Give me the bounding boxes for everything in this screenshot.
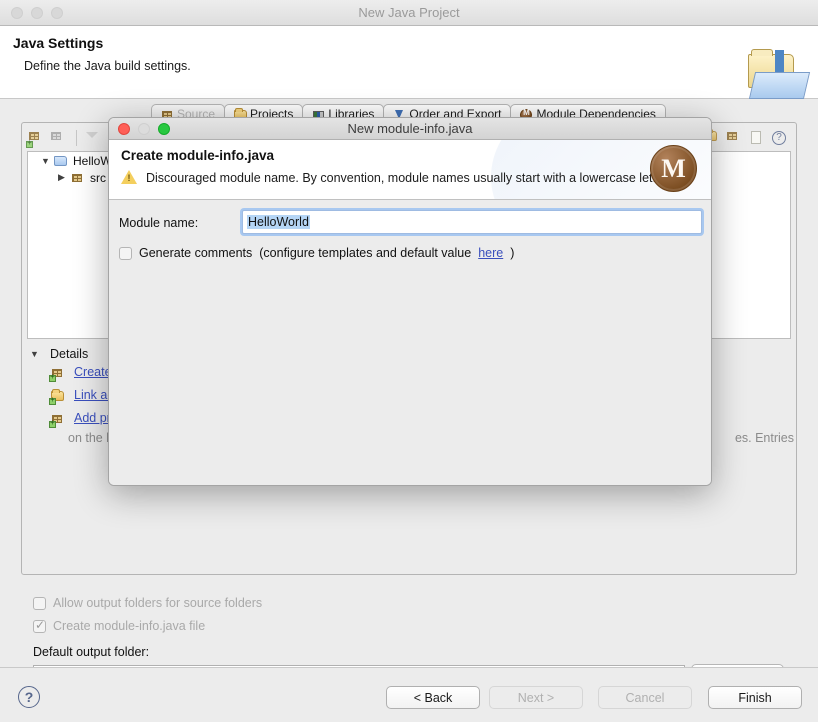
- dialog-message-row: Discouraged module name. By convention, …: [121, 170, 667, 185]
- toolbar-separator: [76, 130, 77, 146]
- wizard-header: Java Settings Define the Java build sett…: [0, 26, 818, 99]
- remove-source-folder-icon[interactable]: [49, 129, 69, 147]
- dialog-body: Module name: HelloWorld Generate comment…: [109, 200, 711, 485]
- generate-comments-checkbox[interactable]: [119, 246, 132, 260]
- generate-comments-label: Generate comments: [139, 246, 253, 260]
- dialog-window-title: New module-info.java: [347, 121, 473, 136]
- create-module-info-row[interactable]: Create module-info.java file: [33, 618, 206, 633]
- dialog-message: Discouraged module name. By convention, …: [146, 170, 668, 185]
- source-package-icon: [70, 171, 87, 185]
- allow-output-folders-checkbox[interactable]: [33, 596, 46, 610]
- dialog-titlebar: New module-info.java: [109, 118, 711, 140]
- allow-output-folders-label: Allow output folders for source folders: [53, 596, 263, 610]
- dialog-heading: Create module-info.java: [121, 148, 275, 163]
- filter-icon[interactable]: [82, 129, 102, 147]
- finish-button[interactable]: Finish: [708, 686, 802, 709]
- chevron-down-icon[interactable]: ▼: [41, 156, 53, 166]
- default-output-folder-label: Default output folder:: [33, 645, 150, 659]
- help-question-icon[interactable]: ?: [18, 686, 40, 708]
- help-icon[interactable]: ?: [769, 129, 789, 147]
- window-title: New Java Project: [358, 5, 460, 20]
- allow-output-folders-row[interactable]: Allow output folders for source folders: [33, 596, 262, 610]
- page-subtitle: Define the Java build settings.: [24, 59, 191, 73]
- tree-item-src-label: src: [90, 170, 106, 185]
- generate-comments-hint-suffix: ): [510, 246, 515, 260]
- back-button[interactable]: < Back: [386, 686, 480, 709]
- warning-icon: [121, 170, 137, 185]
- details-section-header[interactable]: ▼ Details: [30, 347, 88, 361]
- configure-templates-link[interactable]: here: [478, 246, 503, 260]
- source-toolbar-right: ?: [702, 129, 791, 149]
- java-project-icon: [53, 154, 70, 168]
- page-title: Java Settings: [13, 35, 104, 51]
- new-java-project-window: New Java Project Java Settings Define th…: [0, 0, 818, 722]
- details-description-right: es. Entries: [734, 431, 794, 445]
- next-button: Next >: [489, 686, 583, 709]
- new-module-info-dialog: New module-info.java Create module-info.…: [108, 117, 712, 486]
- generate-comments-row[interactable]: Generate comments (configure templates a…: [119, 246, 514, 260]
- new-folder-icon[interactable]: [725, 129, 745, 147]
- create-folder-icon: [49, 366, 68, 383]
- add-source-folder-icon[interactable]: [26, 129, 47, 149]
- create-module-info-checkbox[interactable]: [33, 618, 46, 633]
- details-label: Details: [50, 347, 89, 361]
- link-folder-icon: [49, 389, 68, 406]
- add-project-icon: [49, 412, 68, 429]
- module-name-input[interactable]: HelloWorld: [242, 210, 702, 234]
- details-description-left: on the b: [68, 431, 114, 445]
- module-name-value: HelloWorld: [247, 215, 310, 229]
- generate-comments-hint-prefix: (configure templates and default value: [259, 246, 472, 260]
- dialog-banner: Create module-info.java Discouraged modu…: [109, 140, 711, 200]
- cancel-button: Cancel: [598, 686, 692, 709]
- chevron-right-icon[interactable]: ▶: [58, 172, 70, 183]
- chevron-down-icon[interactable]: ▼: [30, 349, 42, 359]
- window-titlebar: New Java Project: [0, 0, 818, 26]
- create-module-info-label: Create module-info.java file: [53, 619, 206, 633]
- edit-document-icon[interactable]: [747, 129, 767, 147]
- module-badge-icon: M: [650, 145, 697, 192]
- module-name-label: Module name:: [119, 216, 199, 230]
